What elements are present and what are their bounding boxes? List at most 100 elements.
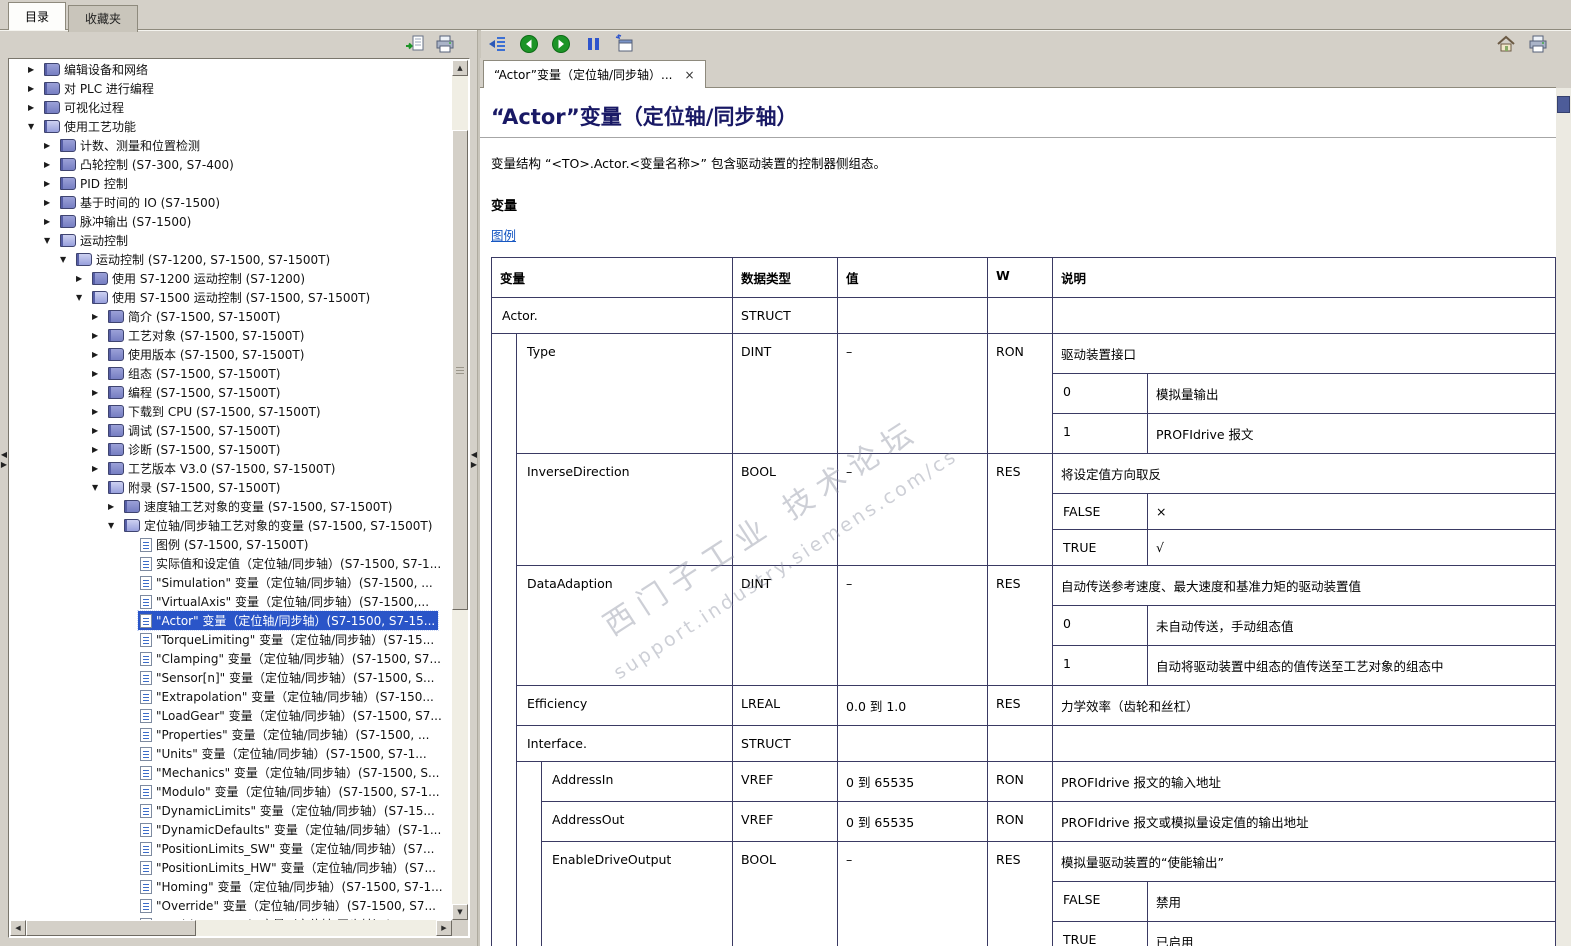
tree-item[interactable]: ▶ 下载到 CPU (S7-1500, S7-1500T): [10, 402, 452, 421]
tree-item[interactable]: 图例 (S7-1500, S7-1500T): [10, 535, 452, 554]
tree-item[interactable]: "DynamicLimits" 变量（定位轴/同步轴）(S7-15...: [10, 801, 452, 820]
tree-item[interactable]: ▶ 诊断 (S7-1500, S7-1500T): [10, 440, 452, 459]
tree-item-content[interactable]: 实际值和设定值（定位轴/同步轴）(S7-1500, S7-1...: [138, 554, 444, 573]
tree-item-content[interactable]: 计数、测量和位置检测: [58, 136, 203, 155]
content-tab[interactable]: “Actor”变量（定位轴/同步轴）... ×: [483, 60, 706, 88]
tree-item-content[interactable]: 工艺对象 (S7-1500, S7-1500T): [106, 326, 307, 345]
tree-item-content[interactable]: 编程 (S7-1500, S7-1500T): [106, 383, 283, 402]
tree-item-content[interactable]: "Homing" 变量（定位轴/同步轴）(S7-1500, S7-1...: [138, 877, 446, 896]
tab-favorites[interactable]: 收藏夹: [68, 5, 139, 32]
tree-item[interactable]: ▶ 调试 (S7-1500, S7-1500T): [10, 421, 452, 440]
tree-item[interactable]: ▼ 使用 S7-1500 运动控制 (S7-1500, S7-1500T): [10, 288, 452, 307]
tree-item[interactable]: ▶ 凸轮控制 (S7-300, S7-400): [10, 155, 452, 174]
tree-item-content[interactable]: PID 控制: [58, 174, 131, 193]
scroll-up-icon[interactable]: ▲: [452, 60, 468, 76]
tree-item[interactable]: ▶ 使用版本 (S7-1500, S7-1500T): [10, 345, 452, 364]
tree-item-content[interactable]: 工艺版本 V3.0 (S7-1500, S7-1500T): [106, 459, 339, 478]
print-icon[interactable]: [1527, 34, 1549, 54]
expand-arrow-icon[interactable]: ▶: [28, 103, 42, 112]
tree-item[interactable]: ▶ 简介 (S7-1500, S7-1500T): [10, 307, 452, 326]
tree-item[interactable]: "Override" 变量（定位轴/同步轴）(S7-1500, S7...: [10, 896, 452, 915]
close-icon[interactable]: ×: [684, 69, 694, 81]
tree-item-content[interactable]: 附录 (S7-1500, S7-1500T): [106, 478, 283, 497]
tree-item-content[interactable]: 使用版本 (S7-1500, S7-1500T): [106, 345, 307, 364]
tree-item-content[interactable]: 编辑设备和网络: [42, 60, 151, 79]
forward-icon[interactable]: [550, 34, 572, 54]
tree-item[interactable]: "TorqueLimiting" 变量（定位轴/同步轴）(S7-15...: [10, 630, 452, 649]
panel-collapse-right-icon[interactable]: ◀ ▶: [470, 450, 478, 470]
tree-item[interactable]: ▶ 脉冲输出 (S7-1500): [10, 212, 452, 231]
tree-item-content[interactable]: 凸轮控制 (S7-300, S7-400): [58, 155, 237, 174]
tree-item[interactable]: ▼ 附录 (S7-1500, S7-1500T): [10, 478, 452, 497]
expand-arrow-icon[interactable]: ▶: [92, 426, 106, 435]
scroll-down-icon[interactable]: ▼: [452, 904, 468, 920]
scrollbar-thumb[interactable]: [26, 920, 196, 936]
tree-item-content[interactable]: 可视化过程: [42, 98, 127, 117]
tree-item-content[interactable]: 图例 (S7-1500, S7-1500T): [138, 535, 311, 554]
expand-arrow-icon[interactable]: ▶: [76, 274, 90, 283]
scrollbar-thumb[interactable]: [1557, 96, 1570, 113]
tree-item[interactable]: ▶ 编辑设备和网络: [10, 60, 452, 79]
tree-item[interactable]: "Simulation" 变量（定位轴/同步轴）(S7-1500, ...: [10, 573, 452, 592]
sync-toc-icon[interactable]: [486, 34, 508, 54]
expand-arrow-icon[interactable]: ▶: [28, 65, 42, 74]
tree-item[interactable]: ▶ 速度轴工艺对象的变量 (S7-1500, S7-1500T): [10, 497, 452, 516]
tree-item-content[interactable]: 基于时间的 IO (S7-1500): [58, 193, 223, 212]
back-icon[interactable]: [518, 34, 540, 54]
tree-item-content[interactable]: "Override" 变量（定位轴/同步轴）(S7-1500, S7...: [138, 896, 439, 915]
panel-collapse-left-icon[interactable]: ◀ ▶: [0, 450, 8, 470]
tree-item[interactable]: ▶ 可视化过程: [10, 98, 452, 117]
tree-item[interactable]: ▼ 运动控制: [10, 231, 452, 250]
tree-item[interactable]: ▼ 定位轴/同步轴工艺对象的变量 (S7-1500, S7-1500T): [10, 516, 452, 535]
tree-item-content[interactable]: "VirtualAxis" 变量（定位轴/同步轴）(S7-1500,...: [138, 592, 432, 611]
collapse-arrow-icon[interactable]: ▼: [76, 293, 90, 302]
expand-arrow-icon[interactable]: ▶: [92, 312, 106, 321]
tree-item[interactable]: "Mechanics" 变量（定位轴/同步轴）(S7-1500, S...: [10, 763, 452, 782]
tree-item[interactable]: "Homing" 变量（定位轴/同步轴）(S7-1500, S7-1...: [10, 877, 452, 896]
tree-item[interactable]: "Sensor[n]" 变量（定位轴/同步轴）(S7-1500, S...: [10, 668, 452, 687]
tree-item[interactable]: ▼ 使用工艺功能: [10, 117, 452, 136]
home-icon[interactable]: [1495, 34, 1517, 54]
expand-arrow-icon[interactable]: ▶: [44, 141, 58, 150]
tree-item-content[interactable]: 简介 (S7-1500, S7-1500T): [106, 307, 283, 326]
tab-contents[interactable]: 目录: [8, 2, 67, 30]
tree-item[interactable]: "VirtualAxis" 变量（定位轴/同步轴）(S7-1500,...: [10, 592, 452, 611]
tree-item-content[interactable]: "DynamicDefaults" 变量（定位轴/同步轴）(S7-1...: [138, 820, 444, 839]
tree-item-content[interactable]: "Actor" 变量（定位轴/同步轴）(S7-1500, S7-15...: [136, 610, 440, 631]
expand-arrow-icon[interactable]: ▶: [44, 217, 58, 226]
tree-vertical-scrollbar[interactable]: ▲ ▼: [452, 60, 468, 920]
scroll-left-icon[interactable]: ◀: [10, 920, 26, 936]
tree-item-content[interactable]: "Mechanics" 变量（定位轴/同步轴）(S7-1500, S...: [138, 763, 442, 782]
print-icon[interactable]: [434, 34, 456, 54]
tree-item-content[interactable]: 调试 (S7-1500, S7-1500T): [106, 421, 283, 440]
tree-item-content[interactable]: "DynamicLimits" 变量（定位轴/同步轴）(S7-15...: [138, 801, 438, 820]
tree-item-content[interactable]: 定位轴/同步轴工艺对象的变量 (S7-1500, S7-1500T): [122, 516, 435, 535]
tree-item[interactable]: ▶ PID 控制: [10, 174, 452, 193]
legend-link[interactable]: 图例: [491, 228, 516, 243]
expand-arrow-icon[interactable]: ▶: [92, 407, 106, 416]
tree-item-content[interactable]: 使用 S7-1500 运动控制 (S7-1500, S7-1500T): [90, 288, 373, 307]
tree-item-content[interactable]: "Extrapolation" 变量（定位轴/同步轴）(S7-150...: [138, 687, 437, 706]
tree-item[interactable]: ▼ 运动控制 (S7-1200, S7-1500, S7-1500T): [10, 250, 452, 269]
scroll-right-icon[interactable]: ▶: [436, 920, 452, 936]
collapse-arrow-icon[interactable]: ▼: [44, 236, 58, 245]
expand-arrow-icon[interactable]: ▶: [44, 179, 58, 188]
window-icon[interactable]: [614, 34, 636, 54]
tree-item[interactable]: "PositionLimits_SW" 变量（定位轴/同步轴）(S7...: [10, 839, 452, 858]
pause-icon[interactable]: [582, 34, 604, 54]
tree-item-content[interactable]: "LoadGear" 变量（定位轴/同步轴）(S7-1500, S7...: [138, 706, 445, 725]
tree-item-content[interactable]: "Properties" 变量（定位轴/同步轴）(S7-1500, ...: [138, 725, 432, 744]
expand-arrow-icon[interactable]: ▶: [92, 388, 106, 397]
expand-arrow-icon[interactable]: ▶: [108, 502, 122, 511]
tree-item[interactable]: ▶ 编程 (S7-1500, S7-1500T): [10, 383, 452, 402]
tree-item-content[interactable]: 使用工艺功能: [42, 117, 139, 136]
tree-item-content[interactable]: "Clamping" 变量（定位轴/同步轴）(S7-1500, S7...: [138, 649, 444, 668]
tree-item[interactable]: ▶ 组态 (S7-1500, S7-1500T): [10, 364, 452, 383]
expand-arrow-icon[interactable]: ▶: [44, 160, 58, 169]
tree-item-content[interactable]: 对 PLC 进行编程: [42, 79, 157, 98]
expand-arrow-icon[interactable]: ▶: [92, 350, 106, 359]
expand-arrow-icon[interactable]: ▶: [92, 464, 106, 473]
tree-item[interactable]: "PositionLimits_HW" 变量（定位轴/同步轴）(S7...: [10, 858, 452, 877]
collapse-arrow-icon[interactable]: ▼: [28, 122, 42, 131]
collapse-arrow-icon[interactable]: ▼: [92, 483, 106, 492]
